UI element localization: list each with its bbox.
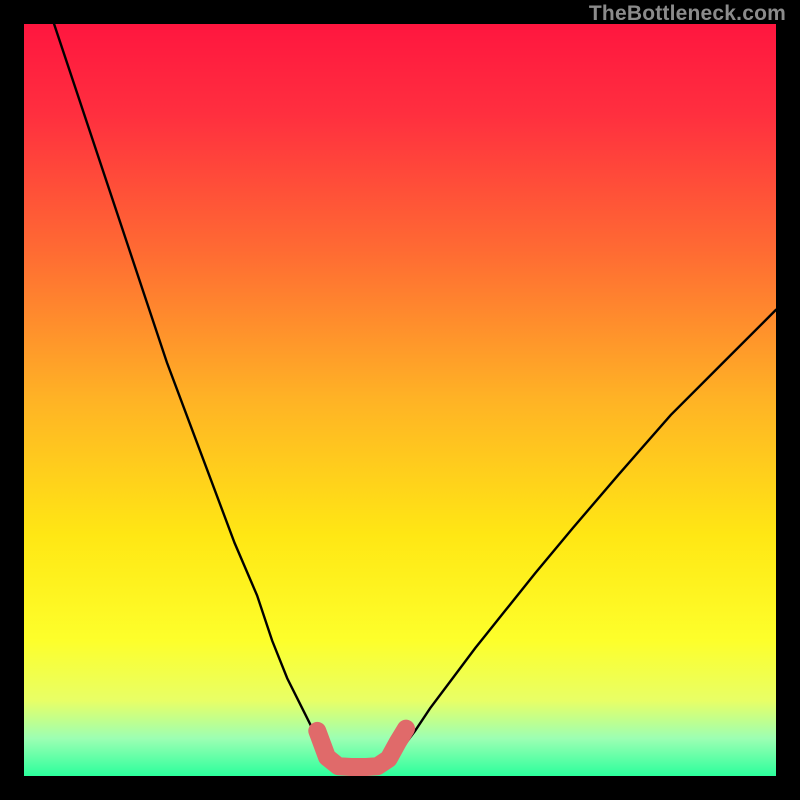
curve-layer xyxy=(24,24,776,776)
series-valley-overlay xyxy=(317,729,406,767)
chart-frame: TheBottleneck.com xyxy=(0,0,800,800)
plot-area xyxy=(24,24,776,776)
series-left-curve xyxy=(54,24,327,757)
series-right-curve xyxy=(396,310,776,757)
watermark-text: TheBottleneck.com xyxy=(589,2,786,26)
